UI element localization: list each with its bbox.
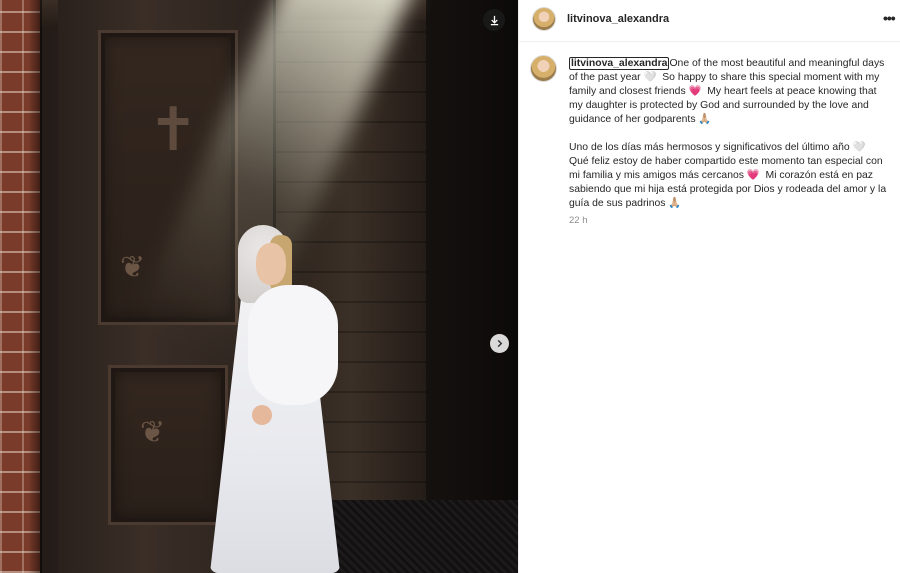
post-timestamp[interactable]: 22 h bbox=[569, 215, 588, 226]
caption-english: litvinova_alexandra One of the most beaut… bbox=[569, 57, 887, 127]
post-sidebar: litvinova_alexandra ••• litvinova_alexan… bbox=[518, 0, 900, 573]
avatar[interactable] bbox=[532, 7, 556, 31]
caption-spanish: Uno de los días más hermosos y significa… bbox=[569, 142, 889, 209]
next-media-button[interactable] bbox=[490, 334, 509, 353]
header-username[interactable]: litvinova_alexandra bbox=[567, 13, 669, 25]
post-caption: litvinova_alexandra One of the most beaut… bbox=[569, 57, 887, 211]
download-button[interactable] bbox=[483, 9, 505, 31]
download-icon bbox=[490, 15, 498, 25]
chevron-right-icon bbox=[497, 339, 503, 348]
post-media[interactable]: ✝ ❦ ❦ bbox=[0, 0, 518, 573]
woman-holding-baby bbox=[200, 225, 350, 573]
more-options-icon[interactable]: ••• bbox=[883, 10, 896, 26]
post-header: litvinova_alexandra ••• bbox=[519, 0, 900, 42]
caption-username[interactable]: litvinova_alexandra bbox=[569, 57, 670, 70]
caption-avatar[interactable] bbox=[530, 55, 557, 82]
